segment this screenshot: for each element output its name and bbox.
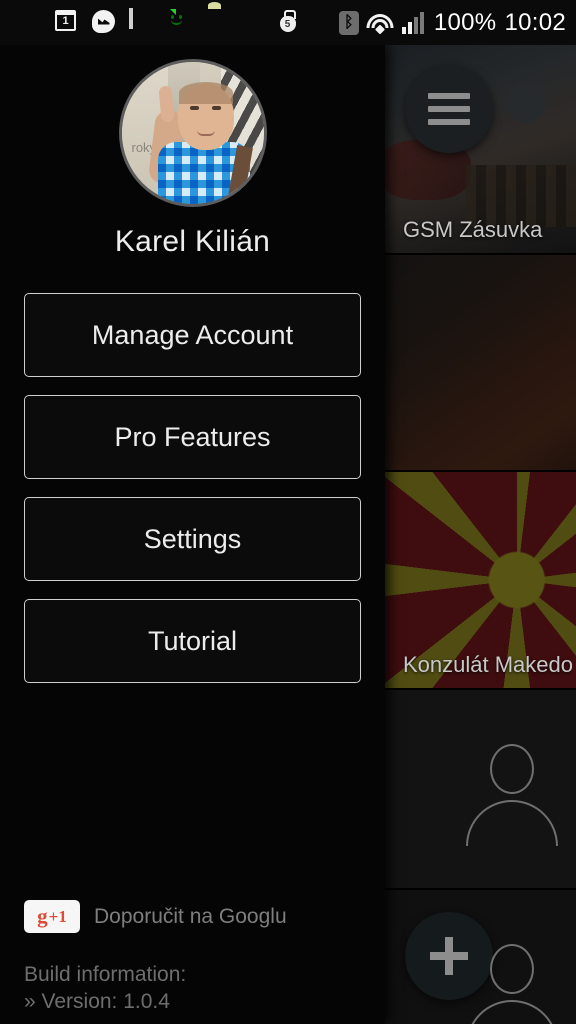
menu-item-label: Manage Account — [91, 319, 294, 350]
menu-item-pro-features[interactable]: Pro Features — [24, 395, 361, 479]
avatar[interactable]: roky — [118, 59, 267, 207]
plus-icon — [430, 937, 468, 975]
contact-card-5[interactable] — [385, 890, 576, 1024]
battery-percent: 100% — [433, 8, 497, 36]
gplus-g: g — [37, 904, 48, 928]
calendar-icon: 1 — [55, 9, 81, 36]
status-bar: 1 5 ᛒ 100% 10:02 — [0, 0, 576, 45]
menu-item-tutorial[interactable]: Tutorial — [24, 599, 361, 683]
card-caption: Konzulát Makedo — [403, 652, 572, 677]
gplus-plus-one: +1 — [48, 907, 67, 926]
photo-icon — [129, 7, 155, 36]
drawer-footer: g +1 Doporučit na Googlu Build informatio… — [0, 900, 385, 1024]
add-tag-icon — [18, 10, 44, 36]
clock: 10:02 — [504, 8, 566, 36]
messenger-icon — [92, 9, 118, 36]
signal-bars-icon — [401, 11, 426, 34]
menu-item-settings[interactable]: Settings — [24, 497, 361, 581]
build-information-title: Build information: — [24, 963, 187, 986]
avatar-container: roky — [0, 59, 385, 207]
facebook-icon — [240, 10, 266, 36]
menu-item-label: Pro Features — [114, 421, 271, 452]
device-card-2[interactable] — [385, 255, 576, 472]
green-message-icon — [166, 10, 192, 36]
contact-card-4[interactable] — [385, 690, 576, 890]
device-card-gsm-zasuvka[interactable]: GSM Zásuvka — [385, 45, 576, 255]
menu-item-manage-account[interactable]: Manage Account — [24, 293, 361, 377]
hamburger-line — [428, 93, 470, 99]
status-bar-notification-icons: 1 5 — [18, 7, 339, 36]
navigation-drawer: roky Karel Kilián Manage Account Pro Fea… — [0, 45, 385, 1024]
status-bar-system-icons: ᛒ 100% 10:02 — [338, 8, 566, 37]
menu-item-label: Tutorial — [147, 625, 238, 656]
card-caption: GSM Zásuvka — [403, 217, 543, 242]
hamburger-line — [428, 119, 470, 125]
wifi-icon — [366, 12, 394, 35]
bluetooth-icon: ᛒ — [338, 10, 359, 35]
content-panel[interactable]: GSM Zásuvka Konzulát Makedo — [385, 45, 576, 1024]
google-plus-one-label: Doporučit na Googlu — [94, 904, 287, 928]
map-dome-icon — [203, 10, 229, 36]
build-version: » Version: 1.0.4 — [24, 990, 170, 1013]
hamburger-line — [428, 106, 470, 112]
menu-item-label: Settings — [143, 523, 242, 554]
person-placeholder-icon — [466, 944, 558, 1024]
user-name: Karel Kilián — [114, 225, 271, 258]
hamburger-menu-fab[interactable] — [405, 65, 493, 153]
google-plus-one-row[interactable]: g +1 Doporučit na Googlu — [24, 900, 361, 933]
device-card-konzulat-makedonie[interactable]: Konzulát Makedo — [385, 472, 576, 690]
card-scrim — [385, 255, 576, 470]
drawer-menu: Manage Account Pro Features Settings Tut… — [0, 293, 385, 683]
phone-screen: 1 5 ᛒ 100% 10:02 GSM Zásuvka Konzulát Ma… — [0, 0, 576, 1024]
google-plus-one-icon[interactable]: g +1 — [24, 900, 80, 933]
person-placeholder-icon — [466, 744, 558, 846]
money-bag-icon: 5 — [284, 18, 291, 30]
